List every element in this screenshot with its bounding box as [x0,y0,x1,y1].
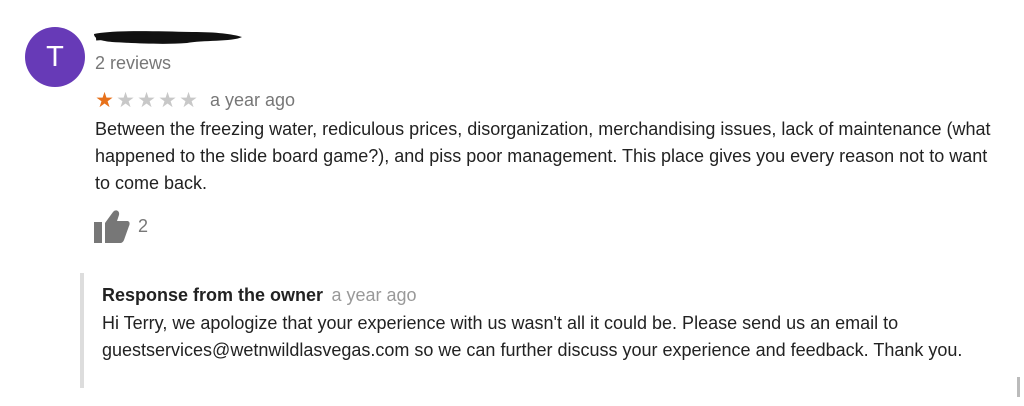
star-empty-icon: ★ [116,88,135,112]
owner-response-timestamp: a year ago [331,285,417,305]
like-button[interactable]: 2 [94,208,148,244]
thumbs-up-icon [94,210,130,243]
owner-response-header: Response from the owner a year ago [102,284,417,308]
owner-response-text: Hi Terry, we apologize that your experie… [102,313,963,360]
owner-response: Response from the owner a year ago Hi Te… [80,273,1004,388]
reviewer-name-redacted [94,31,242,44]
star-empty-icon: ★ [137,88,156,112]
star-rating: ★ ★ ★ ★ ★ [94,89,199,111]
avatar[interactable]: T [25,27,85,87]
review-card: T 2 reviews ★ ★ ★ ★ ★ a year ago Between… [0,0,1024,406]
star-filled-icon: ★ [95,88,114,112]
review-count[interactable]: 2 reviews [95,52,171,74]
scrollbar-edge [1017,377,1020,397]
owner-response-title: Response from the owner [102,285,324,305]
rating-row: ★ ★ ★ ★ ★ a year ago [94,88,295,112]
star-empty-icon: ★ [158,88,177,112]
like-count: 2 [138,215,149,236]
star-empty-icon: ★ [179,88,198,112]
review-text: Between the freezing water, rediculous p… [95,119,991,193]
review-timestamp: a year ago [210,90,296,110]
